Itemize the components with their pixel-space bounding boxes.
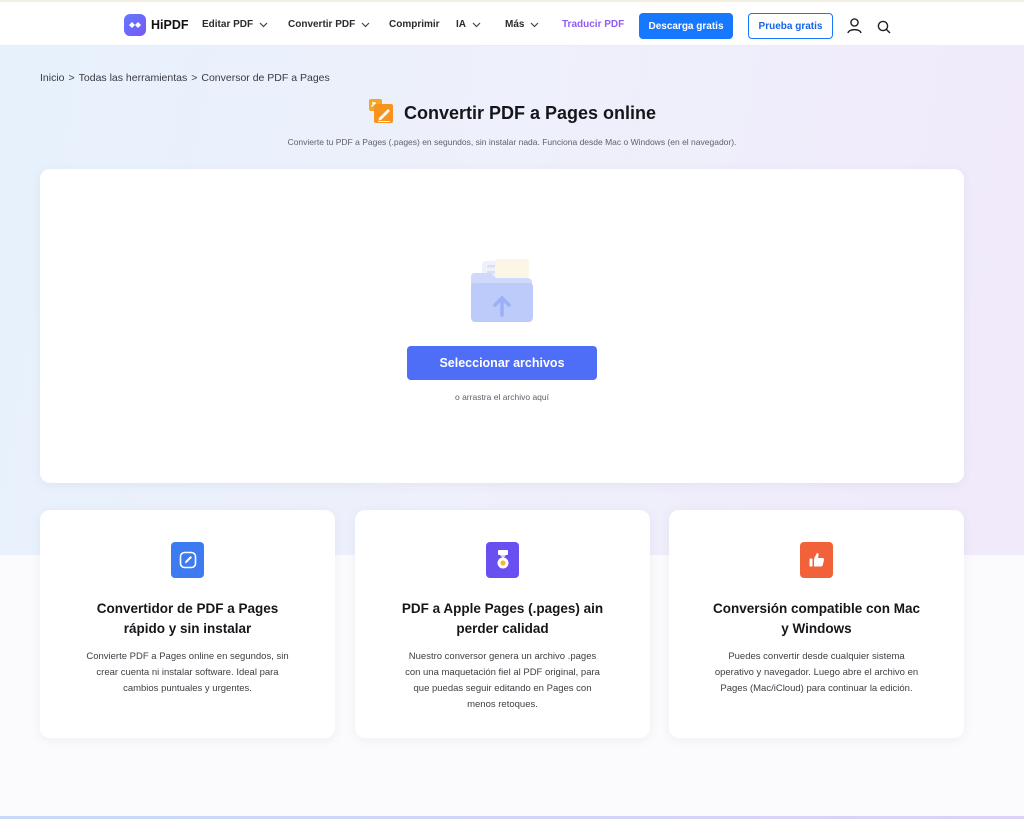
feature-description: Puedes convertir desde cualquier sistema… — [695, 649, 938, 697]
feature-title: PDF a Apple Pages (.pages) ain perder ca… — [375, 599, 630, 639]
feature-description: Nuestro conversor genera un archivo .pag… — [381, 649, 624, 713]
folder-upload-icon — [469, 259, 535, 330]
nav-mas[interactable]: Más — [505, 19, 539, 30]
breadcrumb-separator: > — [191, 72, 198, 84]
feature-card-fast: Convertidor de PDF a Pages rápido y sin … — [40, 510, 335, 738]
feature-desc-line: operativo y navegador. Luego abre el arc… — [714, 667, 919, 678]
nav-convertir-pdf[interactable]: Convertir PDF — [288, 19, 370, 30]
download-free-button[interactable]: Descarga gratis — [639, 13, 733, 39]
feature-desc-line: cambios puntuales y urgentes. — [123, 683, 252, 694]
feature-title-line: Conversión compatible con Mac — [712, 601, 921, 616]
breadcrumb-todas-herramientas[interactable]: Todas las herramientas — [79, 72, 188, 84]
nav-mas-label: Más — [505, 19, 525, 30]
pdf-to-pages-icon — [368, 98, 394, 129]
drag-drop-hint: o arrastra el archivo aquí — [454, 392, 550, 402]
nav-convertir-pdf-label: Convertir PDF — [288, 19, 356, 30]
feature-card-quality: PDF a Apple Pages (.pages) ain perder ca… — [355, 510, 650, 738]
feature-card-compatible: Conversión compatible con Mac y Windows … — [669, 510, 964, 738]
hipdf-logo-icon — [124, 14, 146, 36]
feature-desc-line: crear cuenta ni instalar software. Ideal… — [96, 667, 279, 678]
nav-ia[interactable]: IA — [456, 19, 481, 30]
feature-title-line: perder calidad — [456, 621, 549, 636]
chevron-down-icon — [472, 22, 481, 27]
chevron-down-icon — [531, 22, 539, 27]
feature-title: Convertidor de PDF a Pages rápido y sin … — [60, 599, 315, 639]
feature-title-line: Convertidor de PDF a Pages — [96, 601, 279, 616]
nav-traducir-pdf-label: Traducir PDF — [562, 19, 625, 30]
hipdf-logo[interactable]: HiPDF — [124, 14, 189, 36]
nav-ia-label: IA — [456, 19, 466, 30]
top-navbar: HiPDF Editar PDF Convertir PDF Comprimir… — [0, 0, 1024, 46]
feature-desc-line: con una maquetación fiel al PDF original… — [405, 667, 600, 678]
feature-description: Convierte PDF a Pages online en segundos… — [66, 649, 309, 697]
nav-comprimir-label: Comprimir — [389, 19, 440, 30]
feature-desc-line: Pages (Mac/iCloud) para continuar la edi… — [720, 683, 913, 694]
select-files-button[interactable]: Seleccionar archivos — [407, 346, 597, 380]
edit-icon — [171, 542, 204, 578]
nav-comprimir[interactable]: Comprimir — [389, 19, 440, 30]
nav-traducir-pdf[interactable]: Traducir PDF — [562, 19, 624, 30]
free-trial-button[interactable]: Prueba gratis — [748, 13, 833, 39]
page-title: Convertir PDF a Pages online — [403, 103, 657, 123]
breadcrumb: Inicio > Todas las herramientas > Conver… — [40, 72, 330, 84]
feature-desc-line: Puedes convertir desde cualquier sistema — [728, 651, 905, 662]
feature-desc-line: menos retoques. — [467, 699, 538, 710]
feature-desc-line: que puedas seguir editando en Pages con — [413, 683, 592, 694]
feature-title-line: PDF a Apple Pages (.pages) ain — [401, 601, 604, 616]
nav-editar-pdf[interactable]: Editar PDF — [202, 19, 268, 30]
upload-dropzone[interactable]: Seleccionar archivos o arrastra el archi… — [40, 169, 964, 483]
logo-text: HiPDF — [151, 18, 189, 32]
thumbs-up-icon — [800, 542, 833, 578]
page-header: Convertir PDF a Pages online — [0, 98, 1024, 129]
medal-icon — [486, 542, 519, 578]
breadcrumb-current: Conversor de PDF a Pages — [201, 72, 330, 84]
chevron-down-icon — [361, 22, 370, 27]
feature-desc-line: Convierte PDF a Pages online en segundos… — [86, 651, 289, 662]
feature-title-line: rápido y sin instalar — [123, 621, 252, 636]
breadcrumb-inicio[interactable]: Inicio — [40, 72, 65, 84]
chevron-down-icon — [259, 22, 268, 27]
feature-title: Conversión compatible con Mac y Windows — [689, 599, 944, 639]
user-icon[interactable] — [846, 17, 863, 39]
page-subtitle: Convierte tu PDF a Pages (.pages) en seg… — [287, 137, 737, 147]
feature-desc-line: Nuestro conversor genera un archivo .pag… — [408, 651, 597, 662]
nav-editar-pdf-label: Editar PDF — [202, 19, 254, 30]
feature-title-line: y Windows — [781, 621, 852, 636]
breadcrumb-separator: > — [68, 72, 75, 84]
search-icon[interactable] — [877, 20, 891, 39]
